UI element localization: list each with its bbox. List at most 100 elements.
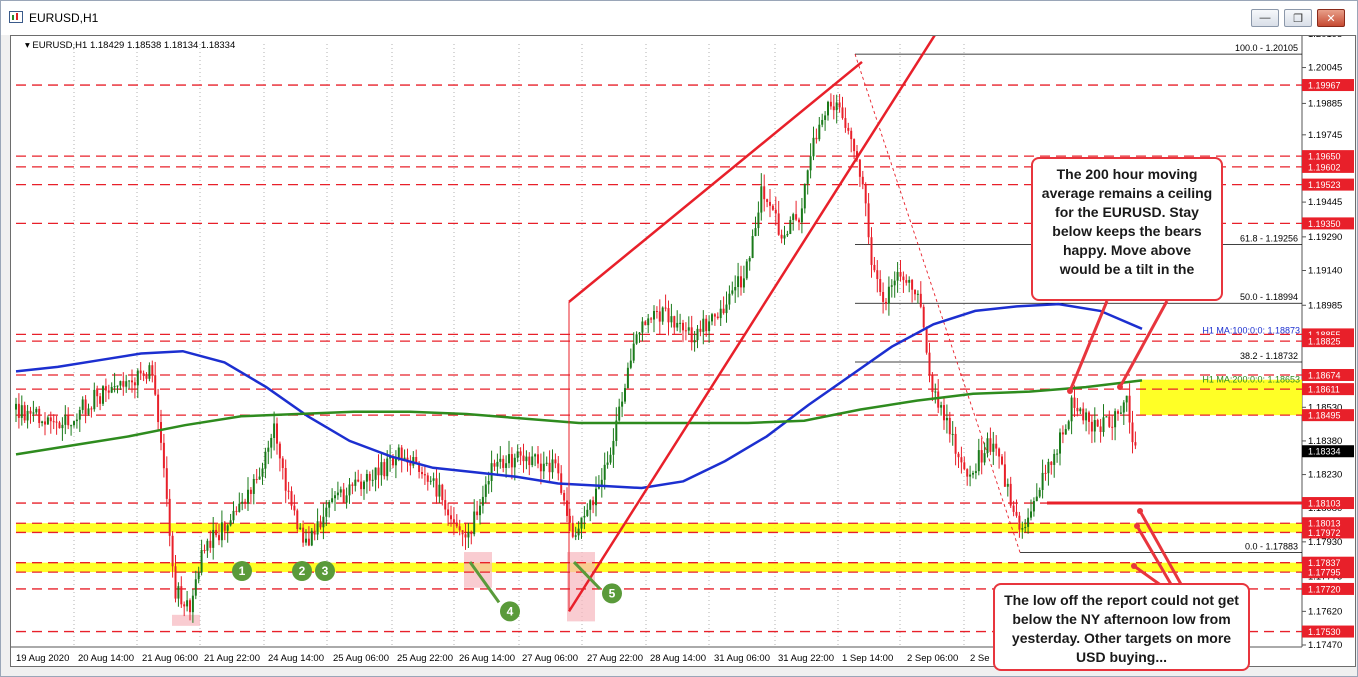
candle-body xyxy=(1035,496,1038,502)
callout-arrow-head xyxy=(1131,563,1137,569)
candle-body xyxy=(513,457,516,468)
candle-body xyxy=(644,321,647,326)
candle-body xyxy=(238,503,241,512)
candle-body xyxy=(1085,412,1088,421)
candle-body xyxy=(844,118,847,128)
candle-body xyxy=(539,463,542,472)
candle-body xyxy=(305,538,307,543)
restore-button[interactable]: ❐ xyxy=(1284,9,1312,27)
candle-body xyxy=(525,456,528,462)
candle-body xyxy=(290,491,293,506)
candle-body xyxy=(670,316,673,323)
candle-body xyxy=(682,322,684,331)
candle-body xyxy=(78,409,81,420)
candle-body xyxy=(847,127,850,131)
fib-label: 50.0 - 1.18994 xyxy=(1240,292,1298,302)
candle-body xyxy=(1021,528,1024,530)
swing-marker-label: 1 xyxy=(239,564,246,578)
candle-body xyxy=(528,456,531,466)
candle-body xyxy=(473,511,476,535)
candle-body xyxy=(52,421,55,423)
candle-body xyxy=(461,530,464,535)
candle-body xyxy=(191,595,194,613)
candle-body xyxy=(673,316,676,328)
candle-body xyxy=(966,469,969,477)
candle-body xyxy=(165,468,168,499)
candle-body xyxy=(1018,515,1021,530)
level-tag: 1.18674 xyxy=(1308,370,1341,380)
candle-body xyxy=(180,586,183,605)
candle-body xyxy=(447,509,450,516)
candle-body xyxy=(885,301,887,304)
candle-body xyxy=(609,454,612,463)
candle-body xyxy=(67,415,70,426)
candle-body xyxy=(183,604,186,607)
candle-body xyxy=(940,405,943,408)
candle-body xyxy=(226,525,229,531)
candle-body xyxy=(858,159,861,177)
callout-arrow xyxy=(1068,300,1109,392)
candle-body xyxy=(882,291,885,302)
candle-body xyxy=(70,425,73,427)
chart-menu-arrow-icon[interactable]: ▾ xyxy=(25,40,30,51)
candle-body xyxy=(44,421,46,425)
level-tag: 1.19523 xyxy=(1308,180,1341,190)
candle-body xyxy=(49,417,52,422)
candle-body xyxy=(827,101,829,116)
candle-body xyxy=(1047,461,1050,474)
candle-body xyxy=(1009,483,1012,506)
price-tick-label: 1.19745 xyxy=(1308,130,1342,141)
callout-ma200-ceiling: The 200 hour moving average remains a ce… xyxy=(1031,157,1223,301)
candle-body xyxy=(963,462,966,470)
candle-body xyxy=(699,328,702,332)
candle-body xyxy=(621,401,624,407)
price-tick-label: 1.19290 xyxy=(1308,232,1342,243)
candle-body xyxy=(945,417,948,421)
candle-body xyxy=(186,600,189,607)
window-titlebar[interactable]: EURUSD,H1 — ❐ ✕ xyxy=(1,1,1357,35)
candle-body xyxy=(281,458,284,469)
candle-body xyxy=(363,481,365,490)
candle-body xyxy=(1108,416,1111,427)
candle-body xyxy=(200,549,203,573)
candle-body xyxy=(989,438,992,452)
candle-body xyxy=(452,519,455,523)
candle-body xyxy=(325,507,328,517)
candle-body xyxy=(119,381,122,386)
time-label: 31 Aug 22:00 xyxy=(778,653,834,664)
candle-body xyxy=(481,496,484,506)
chart-window-icon xyxy=(9,11,23,23)
candle-body xyxy=(35,408,38,413)
candle-body xyxy=(510,454,513,468)
level-tag: 1.18495 xyxy=(1308,411,1341,421)
candle-body xyxy=(771,205,774,210)
candle-body xyxy=(780,234,783,239)
candle-body xyxy=(1053,453,1056,465)
callout-arrow-head xyxy=(1117,384,1123,390)
candle-body xyxy=(397,447,400,459)
close-button[interactable]: ✕ xyxy=(1317,9,1345,27)
candle-body xyxy=(1122,402,1125,413)
candle-body xyxy=(61,424,64,429)
candle-body xyxy=(693,340,696,343)
candle-body xyxy=(171,535,174,567)
candle-body xyxy=(90,408,93,410)
time-label: 27 Aug 06:00 xyxy=(522,653,578,664)
candle-body xyxy=(969,474,972,477)
candle-body xyxy=(702,318,705,332)
candle-body xyxy=(905,280,908,283)
candle-body xyxy=(658,311,661,322)
candle-body xyxy=(441,484,444,501)
minimize-button[interactable]: — xyxy=(1251,9,1279,27)
candle-body xyxy=(974,471,977,473)
candle-body xyxy=(1032,501,1035,512)
candle-body xyxy=(197,572,200,580)
candle-body xyxy=(278,443,281,459)
price-tick-label: 1.20045 xyxy=(1308,63,1342,74)
chart-ohlc-header: EURUSD,H1 1.18429 1.18538 1.18134 1.1833… xyxy=(32,40,236,51)
candle-body xyxy=(394,458,397,466)
candle-body xyxy=(502,458,505,468)
candle-body xyxy=(864,184,867,204)
price-chart[interactable]: 1.201951.200451.198851.197451.195951.194… xyxy=(10,35,1356,667)
candle-body xyxy=(716,316,719,319)
